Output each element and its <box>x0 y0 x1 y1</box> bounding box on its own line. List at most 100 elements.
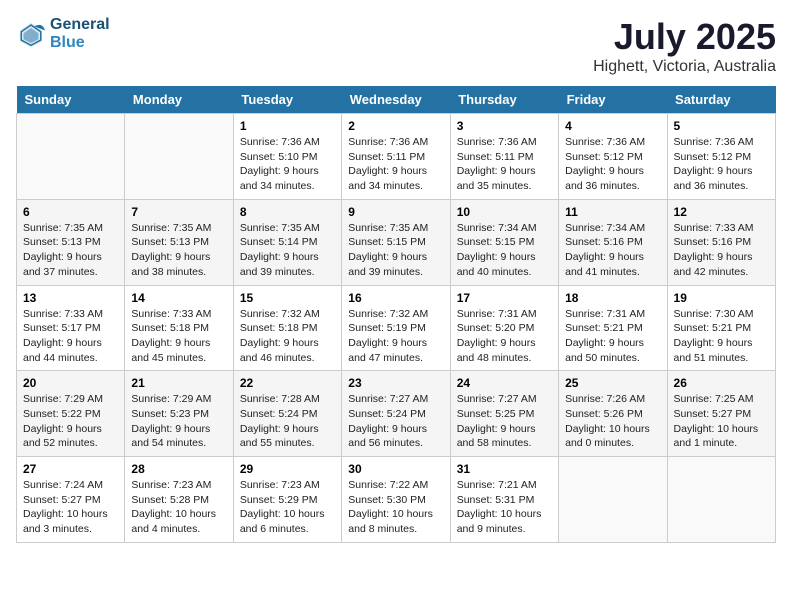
day-cell: 1 Sunrise: 7:36 AM Sunset: 5:10 PM Daylig… <box>233 114 341 200</box>
day-cell: 14Sunrise: 7:33 AM Sunset: 5:18 PM Dayli… <box>125 285 233 371</box>
day-detail: Sunrise: 7:26 AM Sunset: 5:26 PM Dayligh… <box>565 392 660 451</box>
week-row-2: 6 Sunrise: 7:35 AM Sunset: 5:13 PM Daylig… <box>17 199 776 285</box>
day-number: 22 <box>240 376 335 390</box>
weekday-tuesday: Tuesday <box>233 86 341 114</box>
day-number: 20 <box>23 376 118 390</box>
weekday-header-row: SundayMondayTuesdayWednesdayThursdayFrid… <box>17 86 776 114</box>
day-detail: Sunrise: 7:27 AM Sunset: 5:25 PM Dayligh… <box>457 392 552 451</box>
day-cell: 31 Sunrise: 7:21 AM Sunset: 5:31 PM Dayli… <box>450 457 558 543</box>
day-cell: 3 Sunrise: 7:36 AM Sunset: 5:11 PM Daylig… <box>450 114 558 200</box>
day-number: 13 <box>23 291 118 305</box>
logo: General Blue <box>16 16 110 52</box>
day-detail: Sunrise: 7:35 AM Sunset: 5:13 PM Dayligh… <box>131 221 226 280</box>
day-detail: Sunrise: 7:36 AM Sunset: 5:10 PM Dayligh… <box>240 135 335 194</box>
day-cell: 26 Sunrise: 7:25 AM Sunset: 5:27 PM Dayli… <box>667 371 775 457</box>
day-cell: 10 Sunrise: 7:34 AM Sunset: 5:15 PM Dayli… <box>450 199 558 285</box>
week-row-5: 27 Sunrise: 7:24 AM Sunset: 5:27 PM Dayli… <box>17 457 776 543</box>
day-detail: Sunrise: 7:36 AM Sunset: 5:11 PM Dayligh… <box>457 135 552 194</box>
day-detail: Sunrise: 7:25 AM Sunset: 5:27 PM Dayligh… <box>674 392 769 451</box>
day-cell: 4 Sunrise: 7:36 AM Sunset: 5:12 PM Daylig… <box>559 114 667 200</box>
day-cell: 29 Sunrise: 7:23 AM Sunset: 5:29 PM Dayli… <box>233 457 341 543</box>
day-cell: 12 Sunrise: 7:33 AM Sunset: 5:16 PM Dayli… <box>667 199 775 285</box>
day-number: 6 <box>23 205 118 219</box>
day-cell: 19 Sunrise: 7:30 AM Sunset: 5:21 PM Dayli… <box>667 285 775 371</box>
day-cell: 13 Sunrise: 7:33 AM Sunset: 5:17 PM Dayli… <box>17 285 125 371</box>
day-number: 5 <box>674 119 769 133</box>
logo-text: General Blue <box>50 16 110 52</box>
day-number: 1 <box>240 119 335 133</box>
day-detail: Sunrise: 7:28 AM Sunset: 5:24 PM Dayligh… <box>240 392 335 451</box>
day-detail: Sunrise: 7:27 AM Sunset: 5:24 PM Dayligh… <box>348 392 443 451</box>
day-detail: Sunrise: 7:23 AM Sunset: 5:28 PM Dayligh… <box>131 478 226 537</box>
day-cell: 2Sunrise: 7:36 AM Sunset: 5:11 PM Daylig… <box>342 114 450 200</box>
day-detail: Sunrise: 7:35 AM Sunset: 5:13 PM Dayligh… <box>23 221 118 280</box>
day-cell: 15 Sunrise: 7:32 AM Sunset: 5:18 PM Dayli… <box>233 285 341 371</box>
day-detail: Sunrise: 7:36 AM Sunset: 5:11 PM Dayligh… <box>348 135 443 194</box>
day-detail: Sunrise: 7:36 AM Sunset: 5:12 PM Dayligh… <box>674 135 769 194</box>
day-cell: 22 Sunrise: 7:28 AM Sunset: 5:24 PM Dayli… <box>233 371 341 457</box>
day-detail: Sunrise: 7:32 AM Sunset: 5:18 PM Dayligh… <box>240 307 335 366</box>
day-cell: 23Sunrise: 7:27 AM Sunset: 5:24 PM Dayli… <box>342 371 450 457</box>
day-number: 19 <box>674 291 769 305</box>
day-cell <box>667 457 775 543</box>
day-number: 17 <box>457 291 552 305</box>
day-number: 31 <box>457 462 552 476</box>
day-number: 29 <box>240 462 335 476</box>
day-cell: 30Sunrise: 7:22 AM Sunset: 5:30 PM Dayli… <box>342 457 450 543</box>
day-detail: Sunrise: 7:36 AM Sunset: 5:12 PM Dayligh… <box>565 135 660 194</box>
title-block: July 2025 Highett, Victoria, Australia <box>593 16 776 76</box>
day-cell <box>125 114 233 200</box>
day-detail: Sunrise: 7:33 AM Sunset: 5:16 PM Dayligh… <box>674 221 769 280</box>
day-detail: Sunrise: 7:34 AM Sunset: 5:16 PM Dayligh… <box>565 221 660 280</box>
day-detail: Sunrise: 7:24 AM Sunset: 5:27 PM Dayligh… <box>23 478 118 537</box>
day-detail: Sunrise: 7:21 AM Sunset: 5:31 PM Dayligh… <box>457 478 552 537</box>
day-number: 12 <box>674 205 769 219</box>
day-cell: 24 Sunrise: 7:27 AM Sunset: 5:25 PM Dayli… <box>450 371 558 457</box>
day-cell <box>17 114 125 200</box>
day-number: 8 <box>240 205 335 219</box>
day-detail: Sunrise: 7:35 AM Sunset: 5:14 PM Dayligh… <box>240 221 335 280</box>
day-number: 3 <box>457 119 552 133</box>
day-number: 28 <box>131 462 226 476</box>
day-number: 4 <box>565 119 660 133</box>
weekday-thursday: Thursday <box>450 86 558 114</box>
day-number: 24 <box>457 376 552 390</box>
weekday-wednesday: Wednesday <box>342 86 450 114</box>
day-cell: 5 Sunrise: 7:36 AM Sunset: 5:12 PM Daylig… <box>667 114 775 200</box>
day-detail: Sunrise: 7:23 AM Sunset: 5:29 PM Dayligh… <box>240 478 335 537</box>
page-header: General Blue July 2025 Highett, Victoria… <box>16 16 776 76</box>
day-number: 7 <box>131 205 226 219</box>
day-cell: 21Sunrise: 7:29 AM Sunset: 5:23 PM Dayli… <box>125 371 233 457</box>
day-number: 26 <box>674 376 769 390</box>
calendar-body: 1 Sunrise: 7:36 AM Sunset: 5:10 PM Daylig… <box>17 114 776 543</box>
day-detail: Sunrise: 7:33 AM Sunset: 5:17 PM Dayligh… <box>23 307 118 366</box>
weekday-sunday: Sunday <box>17 86 125 114</box>
day-cell <box>559 457 667 543</box>
day-number: 11 <box>565 205 660 219</box>
calendar-table: SundayMondayTuesdayWednesdayThursdayFrid… <box>16 86 776 543</box>
day-cell: 16Sunrise: 7:32 AM Sunset: 5:19 PM Dayli… <box>342 285 450 371</box>
day-detail: Sunrise: 7:29 AM Sunset: 5:23 PM Dayligh… <box>131 392 226 451</box>
day-cell: 18 Sunrise: 7:31 AM Sunset: 5:21 PM Dayli… <box>559 285 667 371</box>
day-cell: 11 Sunrise: 7:34 AM Sunset: 5:16 PM Dayli… <box>559 199 667 285</box>
day-number: 16 <box>348 291 443 305</box>
weekday-monday: Monday <box>125 86 233 114</box>
day-cell: 6 Sunrise: 7:35 AM Sunset: 5:13 PM Daylig… <box>17 199 125 285</box>
week-row-3: 13 Sunrise: 7:33 AM Sunset: 5:17 PM Dayli… <box>17 285 776 371</box>
day-number: 18 <box>565 291 660 305</box>
calendar-title: July 2025 <box>593 16 776 58</box>
day-number: 27 <box>23 462 118 476</box>
day-detail: Sunrise: 7:31 AM Sunset: 5:21 PM Dayligh… <box>565 307 660 366</box>
week-row-1: 1 Sunrise: 7:36 AM Sunset: 5:10 PM Daylig… <box>17 114 776 200</box>
day-number: 10 <box>457 205 552 219</box>
day-detail: Sunrise: 7:22 AM Sunset: 5:30 PM Dayligh… <box>348 478 443 537</box>
calendar-subtitle: Highett, Victoria, Australia <box>593 58 776 76</box>
day-cell: 28 Sunrise: 7:23 AM Sunset: 5:28 PM Dayli… <box>125 457 233 543</box>
day-detail: Sunrise: 7:33 AM Sunset: 5:18 PM Dayligh… <box>131 307 226 366</box>
weekday-saturday: Saturday <box>667 86 775 114</box>
day-cell: 17Sunrise: 7:31 AM Sunset: 5:20 PM Dayli… <box>450 285 558 371</box>
day-number: 15 <box>240 291 335 305</box>
day-detail: Sunrise: 7:30 AM Sunset: 5:21 PM Dayligh… <box>674 307 769 366</box>
day-detail: Sunrise: 7:34 AM Sunset: 5:15 PM Dayligh… <box>457 221 552 280</box>
week-row-4: 20Sunrise: 7:29 AM Sunset: 5:22 PM Dayli… <box>17 371 776 457</box>
